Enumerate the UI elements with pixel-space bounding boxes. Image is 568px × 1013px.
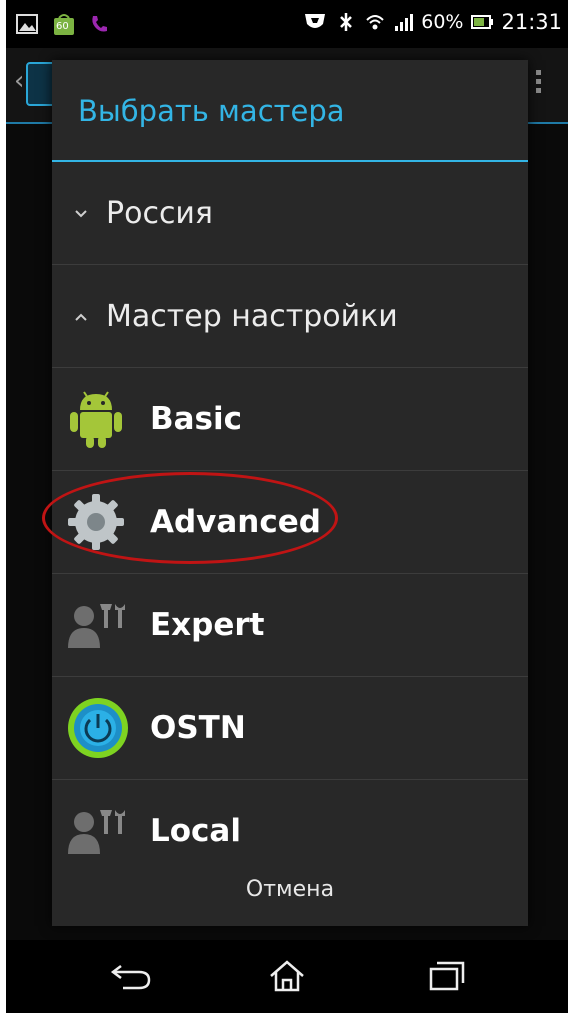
item-label: Expert bbox=[150, 607, 265, 643]
list-item-expert[interactable]: Expert bbox=[52, 574, 528, 677]
item-label: Basic bbox=[150, 401, 243, 437]
notification-badge: 60 bbox=[56, 21, 69, 32]
group-label: Мастер настройки bbox=[106, 298, 398, 334]
list-item-advanced[interactable]: Advanced bbox=[52, 471, 528, 574]
wifi-icon bbox=[365, 12, 385, 32]
chevron-up-icon bbox=[52, 306, 106, 327]
status-bar-system: 60% 21:31 bbox=[303, 10, 562, 34]
phone-icon bbox=[90, 14, 108, 34]
item-label: Local bbox=[150, 813, 241, 849]
back-icon[interactable] bbox=[106, 956, 156, 996]
power-globe-icon bbox=[52, 696, 130, 760]
status-bar-notifications: 60 bbox=[16, 12, 108, 36]
phone-screen: 60 60% 21:31 ‹ Выбрать мастера Россия Ма… bbox=[6, 0, 568, 1013]
home-icon[interactable] bbox=[262, 956, 312, 996]
chevron-left-icon[interactable]: ‹ bbox=[14, 66, 24, 96]
item-label: OSTN bbox=[150, 710, 246, 746]
cancel-button[interactable]: Отмена bbox=[52, 860, 528, 920]
shield-icon bbox=[303, 12, 327, 32]
chevron-down-icon bbox=[52, 203, 106, 224]
dialog-title: Выбрать мастера bbox=[78, 94, 345, 128]
recent-apps-icon[interactable] bbox=[420, 956, 470, 996]
clock: 21:31 bbox=[501, 10, 562, 34]
group-russia[interactable]: Россия bbox=[52, 162, 528, 265]
navigation-bar bbox=[6, 940, 568, 1013]
user-tools-icon bbox=[52, 600, 130, 650]
select-wizard-dialog: Выбрать мастера Россия Мастер настройки bbox=[42, 60, 528, 926]
battery-percent: 60% bbox=[421, 11, 464, 33]
signal-icon bbox=[393, 12, 414, 32]
item-label: Advanced bbox=[150, 504, 321, 540]
android-robot-icon bbox=[52, 388, 130, 450]
group-label: Россия bbox=[106, 195, 213, 231]
picture-icon bbox=[16, 14, 38, 34]
list-item-basic[interactable]: Basic bbox=[52, 368, 528, 471]
gear-icon bbox=[52, 492, 130, 552]
android-market-icon: 60 bbox=[52, 12, 76, 36]
list-item-ostn[interactable]: OSTN bbox=[52, 677, 528, 780]
user-tools-icon bbox=[52, 806, 130, 856]
group-setup-wizard[interactable]: Мастер настройки bbox=[52, 265, 528, 368]
battery-icon bbox=[471, 14, 494, 30]
overflow-menu-icon[interactable] bbox=[536, 70, 542, 97]
status-bar: 60 60% 21:31 bbox=[6, 0, 568, 48]
bluetooth-off-icon bbox=[335, 11, 357, 33]
